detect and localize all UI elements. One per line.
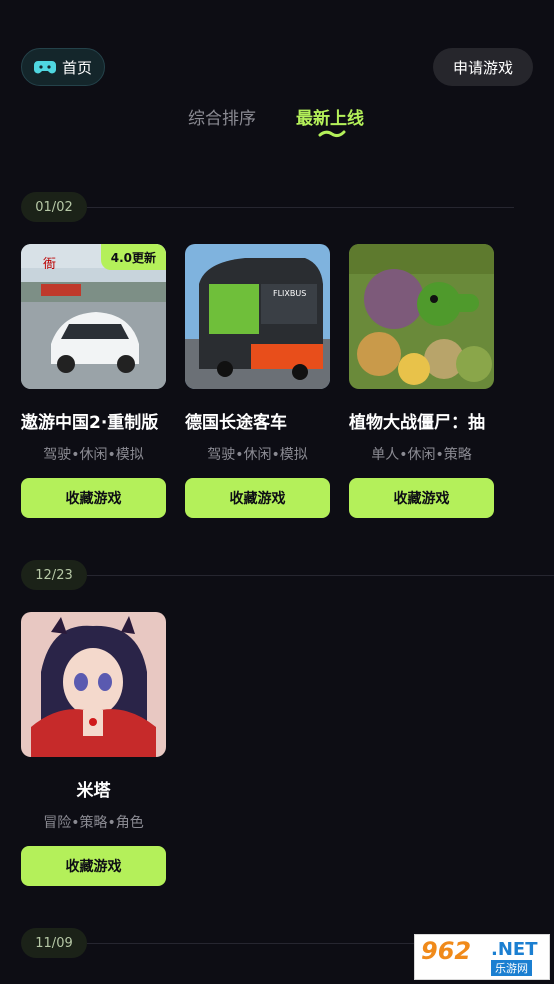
svg-text:衙: 衙 xyxy=(43,257,56,272)
home-button[interactable]: 首页 xyxy=(21,48,105,86)
sort-tabs: 综合排序 最新上线 xyxy=(0,104,554,144)
game-title: 米塔 xyxy=(76,781,111,801)
bus-icon[interactable]: FLIXBUS xyxy=(185,244,330,389)
date-divider xyxy=(87,575,554,576)
game-tags: 冒险•策略•角色 xyxy=(43,815,144,831)
watermark-sub: 乐游网 xyxy=(491,960,532,976)
watermark-domain: .NET xyxy=(491,939,538,960)
tab-newest[interactable]: 最新上线 xyxy=(296,104,364,129)
gamepad-icon xyxy=(34,58,56,76)
collect-game-button[interactable]: 收藏游戏 xyxy=(21,478,166,518)
game-title: 德国长途客车 xyxy=(185,413,287,433)
game-tags: 单人•休闲•策略 xyxy=(371,447,472,463)
game-title: 植物大战僵尸：抽 xyxy=(349,413,485,433)
plant-zombie-icon[interactable] xyxy=(349,244,494,389)
apply-game-button[interactable]: 申请游戏 xyxy=(433,48,533,86)
anime-girl-icon[interactable] xyxy=(21,612,166,757)
date-divider xyxy=(87,207,514,208)
update-badge: 4.0更新 xyxy=(100,244,166,270)
date-badge: 11/09 xyxy=(21,928,87,958)
collect-game-button[interactable]: 收藏游戏 xyxy=(185,478,330,518)
date-badge: 01/02 xyxy=(21,192,87,222)
svg-text:FLIXBUS: FLIXBUS xyxy=(273,289,306,298)
game-tags: 驾驶•休闲•模拟 xyxy=(207,447,308,463)
date-section: 12/23 米塔 冒险•策略•角色 收藏游戏 xyxy=(0,560,554,900)
game-tags: 驾驶•休闲•模拟 xyxy=(43,447,144,463)
date-divider xyxy=(87,943,414,944)
top-bar: 首页 申请游戏 xyxy=(0,0,554,100)
watermark-logo: 962 .NET 乐游网 xyxy=(414,934,550,980)
watermark-number: 962 xyxy=(421,937,472,965)
date-badge: 12/23 xyxy=(21,560,87,590)
active-tab-indicator xyxy=(318,130,346,138)
collect-game-button[interactable]: 收藏游戏 xyxy=(21,846,166,886)
tab-overall-rank[interactable]: 综合排序 xyxy=(188,104,256,129)
date-section: 01/02 衙 4.0更新 遨游中国2·重制版 驾驶•休闲•模拟 收藏游戏 FL… xyxy=(0,192,554,532)
collect-game-button[interactable]: 收藏游戏 xyxy=(349,478,494,518)
game-title: 遨游中国2·重制版 xyxy=(21,413,159,433)
home-label: 首页 xyxy=(62,58,93,77)
